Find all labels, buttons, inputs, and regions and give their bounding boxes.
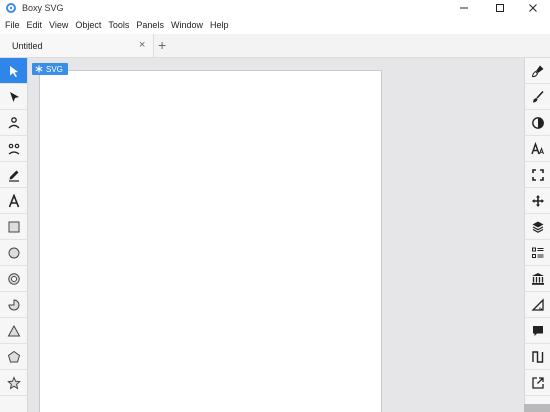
menu-window[interactable]: Window xyxy=(167,20,206,30)
text-icon xyxy=(8,193,19,207)
comments-panel-button[interactable] xyxy=(525,318,550,344)
maximize-button[interactable] xyxy=(483,0,517,16)
rectangle-tool[interactable] xyxy=(0,214,27,240)
close-icon xyxy=(529,4,537,12)
geometry-panel-button[interactable] xyxy=(525,292,550,318)
minimize-button[interactable] xyxy=(447,0,481,16)
pie-icon xyxy=(7,298,19,310)
library-panel-button[interactable] xyxy=(525,266,550,292)
node-tool[interactable] xyxy=(0,84,27,110)
library-icon xyxy=(532,272,544,285)
menu-help[interactable]: Help xyxy=(206,20,232,30)
typography-panel-button[interactable] xyxy=(525,136,550,162)
path-wave-icon xyxy=(532,350,544,363)
typography-icon xyxy=(531,141,544,154)
ring-icon xyxy=(7,272,20,285)
tab-label: Untitled xyxy=(12,41,43,51)
ellipse-icon xyxy=(8,247,19,258)
right-panel-toolbar xyxy=(524,58,550,412)
comment-icon xyxy=(533,325,543,336)
stroke-panel-button[interactable] xyxy=(525,84,550,110)
contrast-icon xyxy=(532,116,544,129)
triangle-icon xyxy=(7,324,20,336)
layers-icon xyxy=(532,221,544,233)
layers-panel-button[interactable] xyxy=(525,214,550,240)
pentagon-tool[interactable] xyxy=(0,344,27,370)
fill-brush-icon xyxy=(531,65,544,77)
menu-view[interactable]: View xyxy=(46,20,72,30)
pencil-icon xyxy=(8,170,19,182)
selection-arrow-icon xyxy=(9,65,18,77)
triangle-tool[interactable] xyxy=(0,318,27,344)
new-tab-icon[interactable]: + xyxy=(158,38,166,52)
users-tool[interactable] xyxy=(0,136,27,162)
node-arrow-icon xyxy=(9,91,19,102)
pentagon-icon xyxy=(7,350,20,362)
menu-file[interactable]: File xyxy=(0,20,23,30)
window-title: Boxy SVG xyxy=(22,3,64,13)
menu-tools[interactable]: Tools xyxy=(105,20,133,30)
app-logo-icon xyxy=(6,3,16,13)
elements-panel-button[interactable] xyxy=(525,240,550,266)
move-icon xyxy=(532,194,544,207)
ring-tool[interactable] xyxy=(0,266,27,292)
compositing-panel-button[interactable] xyxy=(525,110,550,136)
canvas-area[interactable]: SVG xyxy=(28,58,524,412)
path-panel-button[interactable] xyxy=(525,344,550,370)
menu-panels[interactable]: Panels xyxy=(133,20,168,30)
transform-panel-button[interactable] xyxy=(525,188,550,214)
list-icon xyxy=(532,247,544,258)
user-single-icon xyxy=(8,116,19,128)
tab-untitled[interactable]: Untitled × xyxy=(0,34,154,57)
view-panel-button[interactable] xyxy=(525,162,550,188)
rectangle-icon xyxy=(8,221,19,232)
menu-bar: File Edit View Object Tools Panels Windo… xyxy=(0,16,550,34)
stroke-brush-icon xyxy=(533,90,544,102)
star-icon xyxy=(6,375,21,389)
svg-badge-label: SVG xyxy=(46,64,63,74)
asterisk-icon xyxy=(35,65,43,73)
single-user-tool[interactable] xyxy=(0,110,27,136)
pie-tool[interactable] xyxy=(0,292,27,318)
selection-tool[interactable] xyxy=(0,58,27,84)
tab-bar: Untitled × + xyxy=(0,34,550,58)
ellipse-tool[interactable] xyxy=(0,240,27,266)
title-bar: Boxy SVG xyxy=(0,0,550,16)
menu-object[interactable]: Object xyxy=(72,20,105,30)
left-toolbar xyxy=(0,58,28,412)
export-panel-button[interactable] xyxy=(525,370,550,396)
tab-close-icon[interactable]: × xyxy=(139,39,145,51)
users-pair-icon xyxy=(8,143,19,155)
maximize-icon xyxy=(496,4,504,12)
svg-root-badge[interactable]: SVG xyxy=(32,63,68,75)
text-tool[interactable] xyxy=(0,188,27,214)
right-scrollbar[interactable] xyxy=(524,404,550,412)
close-button[interactable] xyxy=(516,0,550,16)
ruler-triangle-icon xyxy=(531,297,544,311)
fill-panel-button[interactable] xyxy=(525,58,550,84)
star-tool[interactable] xyxy=(0,370,27,396)
fullscreen-icon xyxy=(532,168,544,181)
export-icon xyxy=(532,376,544,389)
artboard[interactable] xyxy=(40,71,381,412)
minimize-icon xyxy=(460,7,468,9)
menu-edit[interactable]: Edit xyxy=(23,20,46,30)
pencil-tool[interactable] xyxy=(0,162,27,188)
